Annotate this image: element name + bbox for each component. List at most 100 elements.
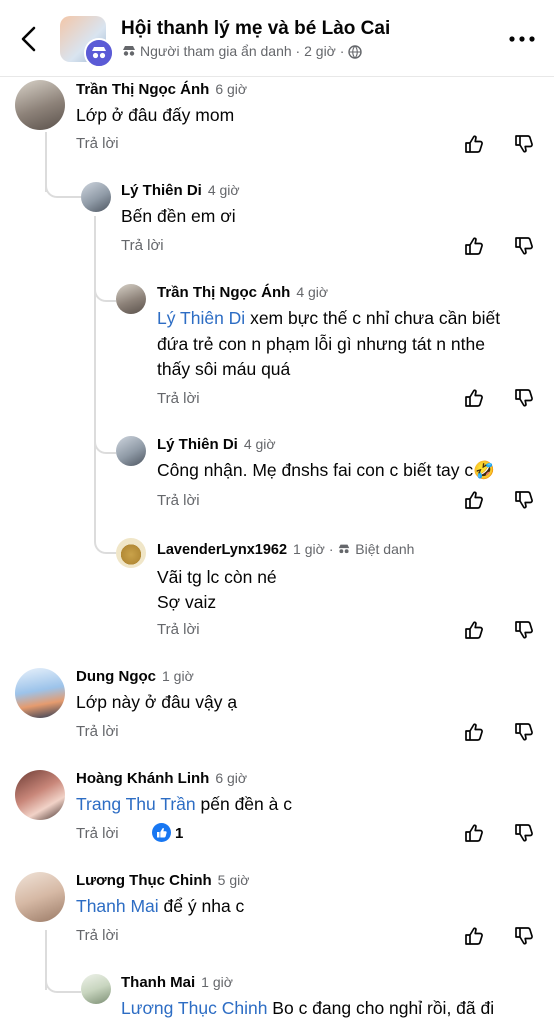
author-name[interactable]: Lương Thục Chinh — [76, 872, 212, 889]
upvote-icon[interactable] — [463, 925, 485, 947]
avatar[interactable] — [116, 284, 146, 314]
comment-time: 1 giờ — [201, 974, 233, 990]
upvote-icon[interactable] — [463, 721, 485, 743]
badge-label: Biệt danh — [355, 541, 415, 557]
downvote-icon[interactable] — [513, 619, 535, 641]
reply-button[interactable]: Trả lời — [76, 927, 119, 944]
reply-button[interactable]: Trả lời — [157, 621, 200, 638]
thread-branch — [94, 270, 116, 302]
reaction-count[interactable]: 1 — [152, 823, 183, 842]
reply-button[interactable]: Trả lời — [76, 825, 119, 842]
reply-button[interactable]: Trả lời — [121, 237, 164, 254]
comment-author[interactable]: Lương Thục Chinh 5 giờ — [76, 872, 249, 889]
comment-text: Công nhận. Mẹ đnshs fai con c biết tay c… — [157, 460, 495, 480]
downvote-icon[interactable] — [513, 721, 535, 743]
top-bar: Hội thanh lý mẹ và bé Lào Cai Người tham… — [0, 0, 554, 77]
comment-text: Trang Thu Trần pến đền à c — [76, 791, 292, 817]
avatar[interactable] — [15, 80, 65, 130]
comment-text-line: Vãi tg lc còn né — [157, 567, 277, 587]
avatar[interactable] — [15, 872, 65, 922]
comment-text: Bến đền em ơi — [121, 206, 236, 226]
mention-link[interactable]: Lương Thục Chinh — [121, 998, 267, 1018]
thread-branch — [45, 955, 81, 993]
upvote-icon[interactable] — [463, 489, 485, 511]
comment-text: Lý Thiên Di xem bực thế c nhỉ chưa cần b… — [157, 305, 500, 331]
author-name[interactable]: LavenderLynx1962 — [157, 542, 287, 558]
anonymous-icon — [84, 38, 114, 68]
upvote-icon[interactable] — [463, 133, 485, 155]
avatar[interactable] — [81, 974, 111, 1004]
comment-text: Lớp ở đâu đấy mom — [76, 105, 235, 125]
upvote-icon[interactable] — [463, 387, 485, 409]
comment-time: 6 giờ — [215, 770, 248, 786]
more-options-icon[interactable] — [508, 33, 536, 45]
comment-text: Lương Thục Chinh Bo c đang cho nghỉ rồi,… — [121, 995, 541, 1021]
thread-line — [94, 216, 96, 526]
avatar[interactable] — [116, 538, 146, 568]
author-name[interactable]: Dung Ngọc — [76, 668, 156, 685]
author-name[interactable]: Trần Thị Ngọc Ánh — [157, 284, 290, 301]
downvote-icon[interactable] — [513, 133, 535, 155]
author-name[interactable]: Lý Thiên Di — [157, 436, 238, 453]
comment-time: 4 giờ — [296, 284, 329, 300]
comment-time: 5 giờ — [217, 872, 250, 888]
reply-button[interactable]: Trả lời — [76, 723, 119, 740]
comment-author[interactable]: Lý Thiên Di 4 giờ — [121, 182, 240, 199]
comment-author[interactable]: Thanh Mai 1 giờ — [121, 974, 233, 991]
reply-button[interactable]: Trả lời — [157, 390, 200, 407]
author-name[interactable]: Thanh Mai — [121, 974, 195, 991]
comment-author[interactable]: Hoàng Khánh Linh 6 giờ — [76, 770, 247, 787]
thread-branch — [94, 520, 116, 554]
downvote-icon[interactable] — [513, 387, 535, 409]
comment-author[interactable]: Lý Thiên Di 4 giờ — [157, 436, 276, 453]
comment-time: 1 giờ — [293, 541, 325, 557]
comment-text-rest: Bo c đang cho nghỉ rồi, đã đi — [267, 998, 495, 1018]
nickname-badge: · Biệt danh — [328, 541, 415, 557]
reply-button[interactable]: Trả lời — [76, 135, 119, 152]
avatar[interactable] — [15, 668, 65, 718]
downvote-icon[interactable] — [513, 235, 535, 257]
comment-time: 4 giờ — [243, 436, 276, 452]
avatar[interactable] — [15, 770, 65, 820]
like-reaction-icon — [152, 823, 171, 842]
reply-button[interactable]: Trả lời — [157, 492, 200, 509]
downvote-icon[interactable] — [513, 822, 535, 844]
group-title[interactable]: Hội thanh lý mẹ và bé Lào Cai — [121, 18, 390, 40]
thread-branch — [45, 150, 81, 198]
back-arrow-icon[interactable] — [16, 24, 42, 54]
mention-link[interactable]: Lý Thiên Di — [157, 308, 245, 328]
post-time: 2 giờ — [304, 43, 336, 59]
downvote-icon[interactable] — [513, 925, 535, 947]
upvote-icon[interactable] — [463, 619, 485, 641]
author-name[interactable]: Hoàng Khánh Linh — [76, 770, 209, 787]
upvote-icon[interactable] — [463, 822, 485, 844]
comment-text-line: thấy sôi máu quá — [157, 359, 291, 379]
avatar[interactable] — [81, 182, 111, 212]
comment-author[interactable]: Trần Thị Ngọc Ánh 4 giờ — [157, 284, 328, 301]
anonymous-icon — [123, 46, 135, 56]
reaction-number: 1 — [175, 825, 184, 842]
anonymous-icon — [339, 544, 350, 554]
comment-text-line: đứa trẻ con n phạm lỗi gì nhưng tát n nt… — [157, 334, 485, 354]
comment-text-rest: pến đền à c — [195, 794, 292, 814]
author-name[interactable]: Trần Thị Ngọc Ánh — [76, 81, 209, 98]
comment-author[interactable]: Dung Ngọc 1 giờ — [76, 668, 194, 685]
downvote-icon[interactable] — [513, 489, 535, 511]
subtitle-text: Người tham gia ẩn danh — [140, 43, 292, 59]
globe-icon — [348, 45, 363, 59]
group-subtitle: Người tham gia ẩn danh · 2 giờ · — [121, 43, 365, 59]
avatar[interactable] — [116, 436, 146, 466]
comment-author[interactable]: LavenderLynx1962 1 giờ · Biệt danh — [157, 541, 414, 558]
upvote-icon[interactable] — [463, 235, 485, 257]
comment-text-rest: để ý nha c — [158, 896, 245, 916]
comment-text: Thanh Mai để ý nha c — [76, 893, 244, 919]
comment-time: 1 giờ — [162, 668, 194, 684]
comment-time: 6 giờ — [215, 81, 248, 97]
comment-text-line: xem bực thế c nhỉ chưa cần biết — [245, 308, 501, 328]
thread-branch — [94, 420, 116, 454]
author-name[interactable]: Lý Thiên Di — [121, 182, 202, 199]
mention-link[interactable]: Trang Thu Trần — [76, 794, 196, 814]
mention-link[interactable]: Thanh Mai — [76, 896, 159, 916]
comment-text: Lớp này ở đâu vậy ạ — [76, 692, 238, 712]
comment-author[interactable]: Trần Thị Ngọc Ánh 6 giờ — [76, 81, 247, 98]
